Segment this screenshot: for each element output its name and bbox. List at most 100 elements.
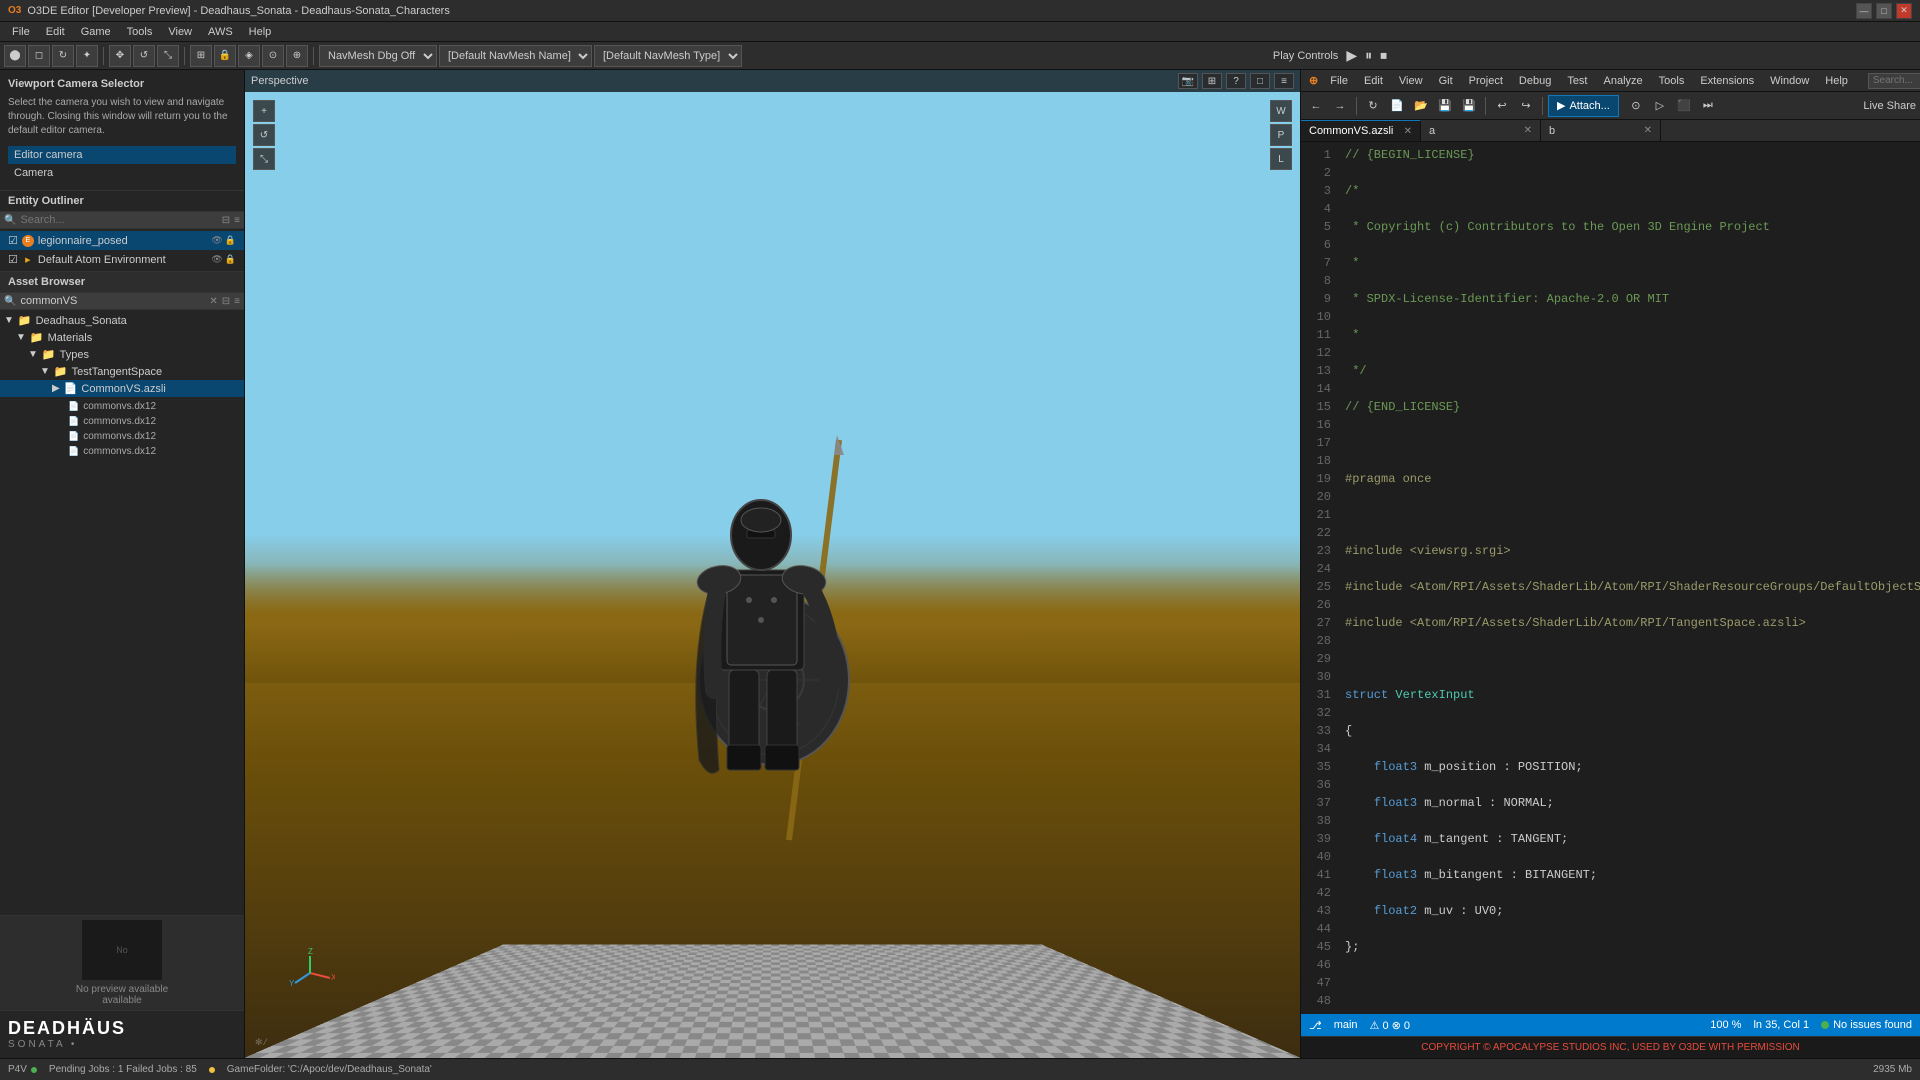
vp-add-button[interactable]: + [253,100,275,122]
toolbar-snap[interactable]: ⊞ [190,45,212,67]
vs-save-button[interactable]: 💾 [1434,95,1456,117]
vs-debug-btn-3[interactable]: ⬛ [1673,95,1695,117]
menu-view[interactable]: View [160,22,200,42]
camera-editor[interactable]: Editor camera [8,146,236,164]
code-content[interactable]: // {BEGIN_LICENSE} /* * Copyright (c) Co… [1337,142,1920,1014]
code-tab-close-3[interactable]: ✕ [1644,125,1652,136]
navmesh-type-dropdown[interactable]: [Default NavMesh Type] [594,45,742,67]
vs-menu-project[interactable]: Project [1465,75,1507,87]
code-tab-close-2[interactable]: ✕ [1524,125,1532,136]
toolbar-btn-4[interactable]: ✦ [76,45,98,67]
vs-attach-button[interactable]: ▶ Attach... [1548,95,1619,117]
play-button[interactable]: ▶ [1346,47,1357,64]
code-tab-b[interactable]: b ✕ [1541,120,1661,141]
vs-search-input[interactable] [1873,75,1920,86]
vs-redo-button[interactable]: ↪ [1515,95,1537,117]
maximize-button[interactable]: □ [1876,3,1892,19]
viewport-grid-button[interactable]: ⊞ [1202,73,1222,89]
toolbar-btn-8[interactable]: ⊕ [286,45,308,67]
asset-sort-icon[interactable]: ≡ [234,296,240,307]
title-bar-controls[interactable]: — □ ✕ [1856,3,1912,19]
tree-item-deadhaus[interactable]: ▼ 📁 Deadhaus_Sonata [0,312,244,329]
entity-lock-btn-2[interactable]: 🔒 [225,254,236,265]
vs-search-bar[interactable]: 🔍 [1868,73,1920,89]
vs-undo-button[interactable]: ↩ [1491,95,1513,117]
menu-edit[interactable]: Edit [38,22,73,42]
vs-menu-debug[interactable]: Debug [1515,75,1555,87]
entity-checkbox-2[interactable]: ☑ [8,253,18,266]
camera-camera[interactable]: Camera [8,164,236,182]
asset-search-input[interactable] [20,295,205,307]
vs-back-button[interactable]: ← [1305,95,1327,117]
entity-lock-btn-1[interactable]: 🔒 [225,235,236,246]
tree-item-commonvs[interactable]: ▶ 📄 CommonVS.azsli [0,380,244,397]
minimize-button[interactable]: — [1856,3,1872,19]
pause-button[interactable]: ⏸ [1365,47,1372,64]
vs-debug-btn-4[interactable]: ⏭ [1697,95,1719,117]
entity-filter-icon[interactable]: ⊟ [222,215,230,226]
vp-p-button[interactable]: P [1270,124,1292,146]
toolbar-move[interactable]: ✥ [109,45,131,67]
vs-refresh-button[interactable]: ↻ [1362,95,1384,117]
vs-menu-analyze[interactable]: Analyze [1600,75,1647,87]
vp-scale-button[interactable]: ⤡ [253,148,275,170]
toolbar-btn-1[interactable]: ⬤ [4,45,26,67]
viewport-3d[interactable]: + ↺ ⤡ W P L X Y Z [245,70,1300,1058]
vs-menu-window[interactable]: Window [1766,75,1813,87]
vs-debug-btn-2[interactable]: ▷ [1649,95,1671,117]
vs-menu-help[interactable]: Help [1821,75,1852,87]
toolbar-rotate[interactable]: ↺ [133,45,155,67]
entity-search-input[interactable] [20,214,217,226]
toolbar-scale[interactable]: ⤡ [157,45,179,67]
asset-file-3[interactable]: 📄 commonvs.dx12 [4,429,240,444]
vs-menu-test[interactable]: Test [1563,75,1591,87]
menu-game[interactable]: Game [73,22,119,42]
toolbar-btn-6[interactable]: ◈ [238,45,260,67]
vs-debug-btn-1[interactable]: ⊙ [1625,95,1647,117]
code-tab-commonvs[interactable]: CommonVS.azsli ✕ [1301,120,1421,141]
vs-menu-git[interactable]: Git [1435,75,1457,87]
toolbar-btn-7[interactable]: ⊙ [262,45,284,67]
viewport-menu-button[interactable]: ≡ [1274,73,1294,89]
entity-vis-btn-2[interactable]: 👁 [211,254,222,265]
vs-open-button[interactable]: 📂 [1410,95,1432,117]
status-zoom-button[interactable]: 100 % [1710,1019,1741,1031]
viewport-camera-button[interactable]: 📷 [1178,73,1198,89]
vp-w-button[interactable]: W [1270,100,1292,122]
menu-help[interactable]: Help [241,22,280,42]
code-tab-a[interactable]: a ✕ [1421,120,1541,141]
stop-button[interactable]: ⏹ [1380,47,1387,64]
asset-file-4[interactable]: 📄 commonvs.dx12 [4,444,240,459]
vs-menu-extensions[interactable]: Extensions [1696,75,1758,87]
vs-save-all-button[interactable]: 💾 [1458,95,1480,117]
viewport-help-button[interactable]: ? [1226,73,1246,89]
navmesh-name-dropdown[interactable]: [Default NavMesh Name] [439,45,592,67]
tree-item-types[interactable]: ▼ 📁 Types [0,346,244,363]
tree-item-testtangent[interactable]: ▼ 📁 TestTangentSpace [0,363,244,380]
entity-item-atom[interactable]: ☑ ▶ Default Atom Environment 👁 🔒 [0,250,244,269]
menu-tools[interactable]: Tools [119,22,161,42]
toolbar-btn-3[interactable]: ↻ [52,45,74,67]
entity-vis-btn-1[interactable]: 👁 [211,235,222,246]
entity-sort-icon[interactable]: ≡ [234,215,240,226]
asset-clear-button[interactable]: ✕ [209,296,217,307]
vs-live-share-button[interactable]: Live Share [1863,100,1916,112]
navmesh-dbg-dropdown[interactable]: NavMesh Dbg Off [319,45,437,67]
vs-forward-button[interactable]: → [1329,95,1351,117]
vp-l-button[interactable]: L [1270,148,1292,170]
asset-file-2[interactable]: 📄 commonvs.dx12 [4,414,240,429]
vs-menu-tools[interactable]: Tools [1655,75,1689,87]
vs-menu-edit[interactable]: Edit [1360,75,1387,87]
entity-item-legionnaire[interactable]: ☑ E legionnaire_posed 👁 🔒 [0,231,244,250]
menu-aws[interactable]: AWS [200,22,241,42]
asset-filter-icon[interactable]: ⊟ [222,296,230,307]
code-tab-close-1[interactable]: ✕ [1404,126,1412,137]
asset-file-1[interactable]: 📄 commonvs.dx12 [4,399,240,414]
entity-checkbox-1[interactable]: ☑ [8,234,18,247]
vs-new-button[interactable]: 📄 [1386,95,1408,117]
menu-file[interactable]: File [4,22,38,42]
tree-item-materials[interactable]: ▼ 📁 Materials [0,329,244,346]
vs-menu-view[interactable]: View [1395,75,1427,87]
vp-rotate-button[interactable]: ↺ [253,124,275,146]
toolbar-btn-2[interactable]: ◻ [28,45,50,67]
